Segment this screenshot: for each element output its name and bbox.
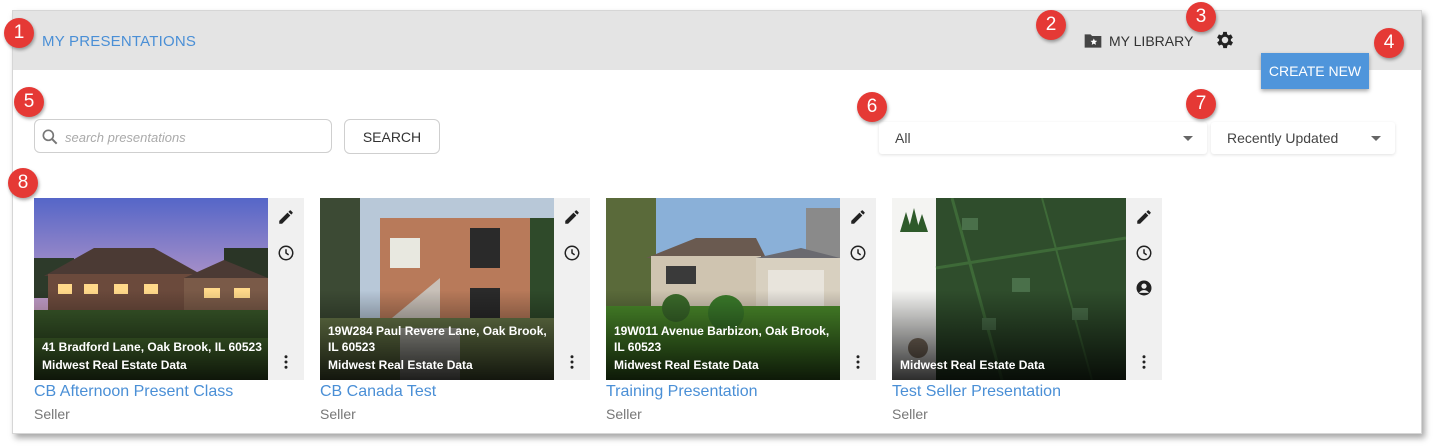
presentation-card[interactable]: 41 Bradford Lane, Oak Brook, IL 60523 Mi… — [34, 198, 304, 380]
card-title[interactable]: Training Presentation — [606, 383, 758, 401]
card-actions — [554, 198, 590, 380]
edit-icon[interactable] — [277, 208, 295, 226]
chevron-down-icon — [1371, 135, 1381, 141]
card-thumbnail[interactable]: Midwest Real Estate Data — [892, 198, 1126, 380]
callout-badge-7: 7 — [1186, 89, 1216, 119]
more-options-icon[interactable] — [277, 353, 295, 371]
chevron-down-icon — [1183, 135, 1193, 141]
presentation-card[interactable]: 19W011 Avenue Barbizon, Oak Brook, IL 60… — [606, 198, 876, 380]
sort-value: Recently Updated — [1227, 130, 1339, 146]
more-options-icon[interactable] — [849, 353, 867, 371]
history-icon[interactable] — [277, 244, 295, 262]
card-address: 19W284 Paul Revere Lane, Oak Brook, IL 6… — [328, 324, 547, 354]
card-title[interactable]: CB Canada Test — [320, 383, 436, 401]
page-title[interactable]: MY PRESENTATIONS — [42, 33, 196, 50]
my-library-label: MY LIBRARY — [1109, 33, 1194, 49]
card-type: Seller — [320, 406, 356, 422]
more-options-icon[interactable] — [563, 353, 581, 371]
account-circle-icon[interactable] — [1135, 279, 1153, 297]
card-title[interactable]: CB Afternoon Present Class — [34, 383, 233, 401]
presentation-card[interactable]: Midwest Real Estate Data — [892, 198, 1162, 380]
callout-badge-2: 2 — [1036, 10, 1066, 40]
card-thumbnail[interactable]: 19W284 Paul Revere Lane, Oak Brook, IL 6… — [320, 198, 554, 380]
sort-dropdown[interactable]: Recently Updated — [1211, 122, 1395, 154]
my-library-link[interactable]: MY LIBRARY — [1083, 32, 1193, 50]
presentation-card[interactable]: 19W284 Paul Revere Lane, Oak Brook, IL 6… — [320, 198, 590, 380]
edit-icon[interactable] — [1135, 208, 1153, 226]
card-actions — [840, 198, 876, 380]
card-type: Seller — [34, 406, 70, 422]
callout-badge-8: 8 — [8, 168, 38, 198]
callout-badge-4: 4 — [1374, 28, 1404, 58]
create-new-button[interactable]: CREATE NEW — [1261, 53, 1369, 89]
callout-badge-6: 6 — [857, 92, 887, 122]
card-organization: Midwest Real Estate Data — [328, 358, 473, 372]
app-window: MY PRESENTATIONS MY LIBRARY CREATE NEW S… — [12, 10, 1422, 434]
search-input[interactable] — [63, 126, 327, 148]
card-title[interactable]: Test Seller Presentation — [892, 383, 1061, 401]
card-type: Seller — [892, 406, 928, 422]
card-thumbnail[interactable]: 19W011 Avenue Barbizon, Oak Brook, IL 60… — [606, 198, 840, 380]
card-organization: Midwest Real Estate Data — [614, 358, 759, 372]
folder-star-icon — [1084, 34, 1102, 48]
filter-value: All — [895, 130, 911, 146]
more-options-icon[interactable] — [1135, 353, 1153, 371]
card-organization: Midwest Real Estate Data — [900, 358, 1045, 372]
card-thumbnail[interactable]: 41 Bradford Lane, Oak Brook, IL 60523 Mi… — [34, 198, 268, 380]
card-actions — [268, 198, 304, 380]
edit-icon[interactable] — [563, 208, 581, 226]
card-address: 19W011 Avenue Barbizon, Oak Brook, IL 60… — [614, 324, 830, 354]
edit-icon[interactable] — [849, 208, 867, 226]
callout-badge-5: 5 — [14, 87, 44, 117]
search-field[interactable] — [34, 119, 332, 153]
callout-badge-1: 1 — [4, 18, 34, 48]
history-icon[interactable] — [563, 244, 581, 262]
card-actions — [1126, 198, 1162, 380]
gear-icon[interactable] — [1214, 29, 1236, 51]
card-organization: Midwest Real Estate Data — [42, 358, 187, 372]
callout-badge-3: 3 — [1186, 2, 1216, 32]
card-type: Seller — [606, 406, 642, 422]
history-icon[interactable] — [1135, 244, 1153, 262]
search-icon — [42, 129, 58, 145]
history-icon[interactable] — [849, 244, 867, 262]
filter-dropdown[interactable]: All — [879, 122, 1207, 154]
card-address: 41 Bradford Lane, Oak Brook, IL 60523 — [42, 340, 262, 354]
search-button[interactable]: SEARCH — [344, 119, 440, 154]
